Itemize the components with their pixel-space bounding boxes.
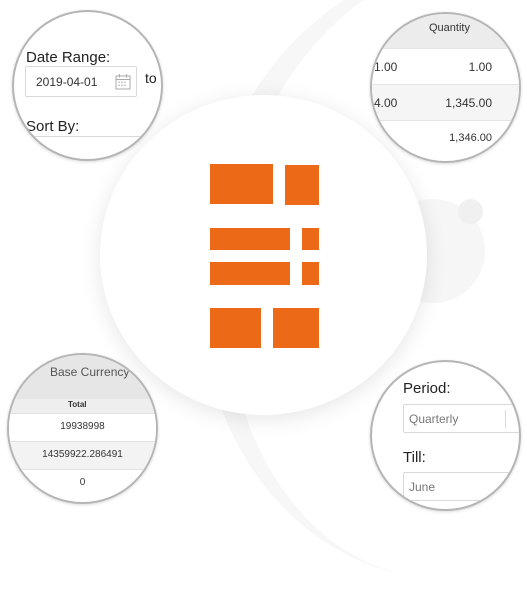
period-label: Period: [403, 380, 451, 397]
total-cell: 19938998 [60, 421, 105, 432]
total-subheader: Total [9, 399, 156, 413]
logo-block [273, 308, 319, 348]
period-lens: Period: Quarterly Till: June [370, 360, 521, 511]
calendar-icon[interactable] [115, 73, 131, 90]
till-label: Till: [403, 449, 426, 466]
table-row: 1.00 1.00 [372, 48, 519, 85]
background-dot [458, 199, 483, 224]
quantity-table-lens: Quantity 1.00 1.00 4.00 1,345.00 : 1,346… [370, 12, 521, 163]
table-row: 19938998 [9, 413, 156, 442]
period-select[interactable]: Quarterly [403, 404, 519, 433]
start-date-value: 2019-04-01 [36, 75, 98, 89]
table-header: Base Currency [9, 355, 156, 399]
to-label: to [145, 70, 157, 86]
sort-by-value: ... [44, 145, 52, 155]
till-select[interactable]: June [403, 472, 519, 501]
quantity-cell: 1.00 [468, 60, 492, 74]
total-cell: 14359922.286491 [42, 449, 123, 460]
table-row: 0 [9, 469, 156, 498]
logo-block [285, 165, 319, 205]
quantity-cell: 1,345.00 [445, 96, 492, 110]
table-row: : 1,346.00 [372, 120, 519, 157]
table-row: 14359922.286491 [9, 441, 156, 470]
sort-by-label: Sort By: [26, 118, 80, 135]
date-range-lens: Date Range: 2019-04-01 to Sort By: ... [12, 10, 163, 161]
logo-block [210, 262, 290, 285]
base-currency-title: Base Currency [50, 365, 130, 379]
till-value: June [409, 480, 436, 494]
prev-cell: 1.00 [374, 60, 398, 74]
period-value: Quarterly [409, 412, 459, 426]
logo-block [210, 308, 261, 348]
quantity-header: Quantity [429, 22, 470, 34]
quantity-cell: 1,346.00 [449, 132, 492, 144]
prev-cell: 4.00 [374, 96, 398, 110]
logo-block [210, 228, 290, 250]
prev-cell: : [374, 132, 378, 146]
table-header: Quantity [372, 14, 519, 48]
logo-block [210, 164, 273, 204]
base-currency-lens: Base Currency Total 19938998 14359922.28… [7, 353, 158, 504]
select-separator [505, 410, 506, 428]
sort-by-field[interactable] [22, 136, 161, 137]
total-header: Total [68, 400, 87, 409]
logo-block [302, 262, 319, 285]
logo-block [302, 228, 319, 250]
start-date-input[interactable]: 2019-04-01 [25, 66, 137, 97]
date-range-label: Date Range: [26, 49, 111, 66]
total-cell: 0 [79, 477, 86, 488]
table-row: 4.00 1,345.00 [372, 84, 519, 121]
